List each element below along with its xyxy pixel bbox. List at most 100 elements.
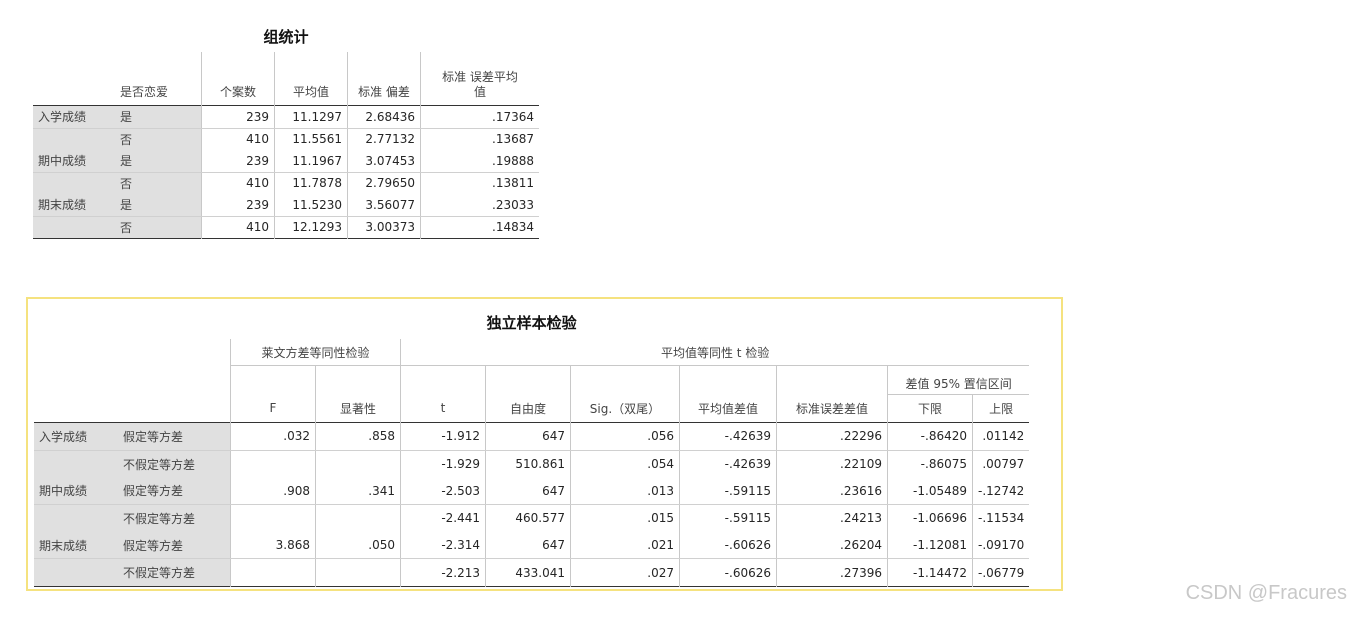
cell-df: 460.577: [485, 504, 571, 532]
cell-md: -.59115: [679, 504, 777, 532]
cell-hi: -.06779: [972, 558, 1030, 587]
cell-lo: -1.12081: [887, 531, 973, 560]
header-lower: 下限: [887, 394, 973, 423]
cell-var: [34, 450, 118, 478]
cell-t: -2.213: [400, 558, 486, 587]
cell-lo: -1.06696: [887, 504, 973, 532]
cell-sed: .27396: [776, 558, 888, 587]
cell-df: 647: [485, 422, 571, 451]
table-row: 不假定等方差 -2.441 460.577.015 -.59115.24213 -1.0…: [34, 504, 1030, 532]
cell-sed: .23616: [776, 477, 888, 506]
cell-lo: -.86420: [887, 422, 973, 451]
cell-var: 期中成绩: [33, 150, 115, 173]
header-sig: 显著性: [315, 394, 401, 423]
cell-lo: -1.05489: [887, 477, 973, 506]
cell-sed: .26204: [776, 531, 888, 560]
blank-cell: [400, 365, 486, 395]
table-row: 否 410 12.1293 3.00373.14834: [33, 216, 539, 239]
table-row: 不假定等方差 -2.213 433.041.027 -.60626.27396 -1.1…: [34, 558, 1030, 587]
cell-md: -.60626: [679, 558, 777, 587]
cell-sed: .22296: [776, 422, 888, 451]
cell-lo: -1.14472: [887, 558, 973, 587]
table-row: 期中成绩 假定等方差 .908.341 -2.503 647.013 -.59115.23…: [34, 477, 1030, 506]
cell-sd: 2.68436: [347, 105, 421, 129]
cell-var: 入学成绩: [33, 105, 115, 129]
cell-sig2: .013: [570, 477, 680, 506]
cell-df: 647: [485, 531, 571, 560]
corner-cell: [34, 366, 118, 395]
cell-group: 否: [115, 216, 202, 239]
header-n: 个案数: [201, 52, 275, 106]
cell-sig: [315, 450, 401, 478]
cell-md: -.60626: [679, 531, 777, 560]
blank-cell: [570, 365, 680, 395]
cell-group: 是: [115, 194, 202, 217]
cell-hi: .00797: [972, 450, 1030, 478]
corner-cell: [118, 339, 231, 366]
cell-n: 239: [201, 150, 275, 173]
cell-F: .032: [230, 422, 316, 451]
header-df: 自由度: [485, 394, 571, 423]
header-sig2: Sig.（双尾）: [570, 394, 680, 423]
cell-F: [230, 504, 316, 532]
cell-assump: 不假定等方差: [118, 450, 231, 478]
cell-sig: .858: [315, 422, 401, 451]
cell-hi: -.11534: [972, 504, 1030, 532]
cell-var: [33, 172, 115, 194]
cell-df: 510.861: [485, 450, 571, 478]
cell-mean: 11.5561: [274, 128, 348, 150]
header-sd: 标准 偏差: [347, 52, 421, 106]
cell-group: 否: [115, 172, 202, 194]
cell-hi: -.12742: [972, 477, 1030, 506]
ci-header: 差值 95% 置信区间: [887, 365, 1030, 395]
cell-mean: 11.1967: [274, 150, 348, 173]
corner-cell: [34, 395, 118, 423]
cell-sd: 3.00373: [347, 216, 421, 239]
blank-cell: [485, 365, 571, 395]
cell-hi: .01142: [972, 422, 1030, 451]
corner-cell: [33, 52, 115, 106]
table-row: 期末成绩是 239 11.5230 3.56077.23033: [33, 194, 539, 217]
cell-sig: .050: [315, 531, 401, 560]
cell-sig2: .056: [570, 422, 680, 451]
cell-sig2: .054: [570, 450, 680, 478]
cell-F: [230, 558, 316, 587]
cell-F: 3.868: [230, 531, 316, 560]
cell-sd: 2.77132: [347, 128, 421, 150]
cell-se: .19888: [420, 150, 539, 173]
blank-cell: [230, 365, 316, 395]
table-row: 期末成绩 假定等方差 3.868.050 -2.314 647.021 -.60626.2…: [34, 531, 1030, 560]
cell-se: .14834: [420, 216, 539, 239]
header-se: 标准 误差平均 值: [420, 52, 539, 106]
header-upper: 上限: [972, 394, 1030, 423]
table-row: 否 410 11.7878 2.79650.13811: [33, 172, 539, 194]
cell-se: .23033: [420, 194, 539, 217]
independent-samples-test-table: 独立样本检验 莱文方差等同性检验 平均值等同性 t 检验 差值 95% 置信区间: [34, 305, 1030, 587]
header-t: t: [400, 394, 486, 423]
cell-se: .17364: [420, 105, 539, 129]
cell-t: -1.912: [400, 422, 486, 451]
cell-assump: 假定等方差: [118, 531, 231, 560]
cell-mean: 12.1293: [274, 216, 348, 239]
group-statistics-header-row: 是否恋爱 个案数 平均值 标准 偏差 标准 误差平均 值: [33, 52, 539, 106]
cell-t: -2.441: [400, 504, 486, 532]
cell-n: 239: [201, 105, 275, 129]
levene-header: 莱文方差等同性检验: [230, 339, 401, 366]
cell-sd: 3.56077: [347, 194, 421, 217]
cell-df: 647: [485, 477, 571, 506]
cell-mean: 11.1297: [274, 105, 348, 129]
table-row: 不假定等方差 -1.929 510.861.054 -.42639.22109 -.86…: [34, 450, 1030, 478]
cell-md: -.42639: [679, 450, 777, 478]
cell-F: .908: [230, 477, 316, 506]
cell-var: [34, 558, 118, 587]
cell-assump: 假定等方差: [118, 477, 231, 506]
cell-mean: 11.5230: [274, 194, 348, 217]
cell-F: [230, 450, 316, 478]
cell-var: 期末成绩: [33, 194, 115, 217]
cell-var: 期末成绩: [34, 531, 118, 560]
independent-samples-test-frame: 独立样本检验 莱文方差等同性检验 平均值等同性 t 检验 差值 95% 置信区间: [26, 297, 1063, 591]
table-row: 否 410 11.5561 2.77132.13687: [33, 128, 539, 150]
corner-cell: [118, 395, 231, 423]
cell-sig2: .015: [570, 504, 680, 532]
cell-sed: .22109: [776, 450, 888, 478]
